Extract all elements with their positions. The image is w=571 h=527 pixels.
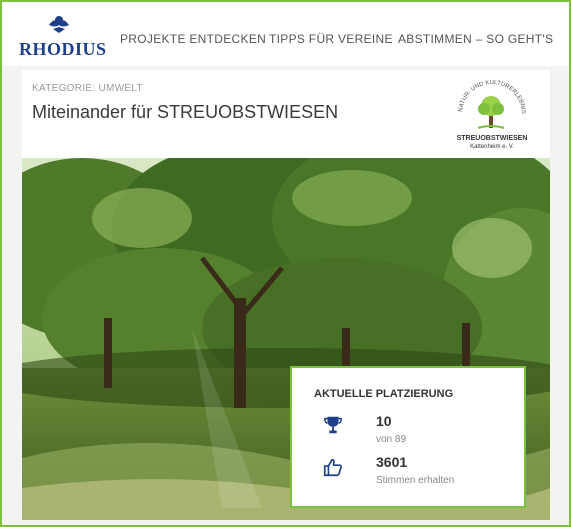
project-title: Miteinander für STREUOBSTWIESEN: [32, 102, 339, 122]
logo-emblem-icon: [49, 16, 69, 33]
partner-logo: NATUR- UND KULTURERLEBNIS STREUOBSTWIESE…: [448, 80, 536, 158]
nav-abstimmen[interactable]: ABSTIMMEN – SO GEHT'S: [398, 32, 553, 46]
partner-emblem-icon: NATUR- UND KULTURERLEBNIS: [458, 80, 526, 129]
thumbs-up-icon: [323, 458, 342, 477]
nav-projekte-entdecken[interactable]: PROJEKTE ENTDECKEN: [120, 32, 266, 46]
site-header: RHODIUS PROJEKTE ENTDECKEN TIPPS FÜR VER…: [2, 2, 569, 66]
ranking-place-sub: von 89: [376, 434, 407, 445]
ranking-votes: 3601: [376, 454, 408, 470]
nav-tipps-fuer-vereine[interactable]: TIPPS FÜR VEREINE: [269, 32, 393, 46]
ranking-votes-sub: Stimmen erhalten: [376, 475, 455, 486]
trophy-icon: [324, 416, 342, 434]
ranking-title: AKTUELLE PLATZIERUNG: [314, 388, 454, 400]
rhodius-logo[interactable]: RHODIUS: [19, 15, 106, 59]
partner-name: STREUOBSTWIESEN: [456, 135, 528, 142]
ranking-panel: AKTUELLE PLATZIERUNG 10 von 89 3601 Stim…: [290, 366, 526, 508]
project-category: KATEGORIE: UMWELT: [32, 83, 143, 94]
ranking-place: 10: [376, 413, 392, 429]
partner-subtitle: Kattenheim e. V.: [470, 144, 514, 150]
logo-text: RHODIUS: [19, 39, 107, 59]
